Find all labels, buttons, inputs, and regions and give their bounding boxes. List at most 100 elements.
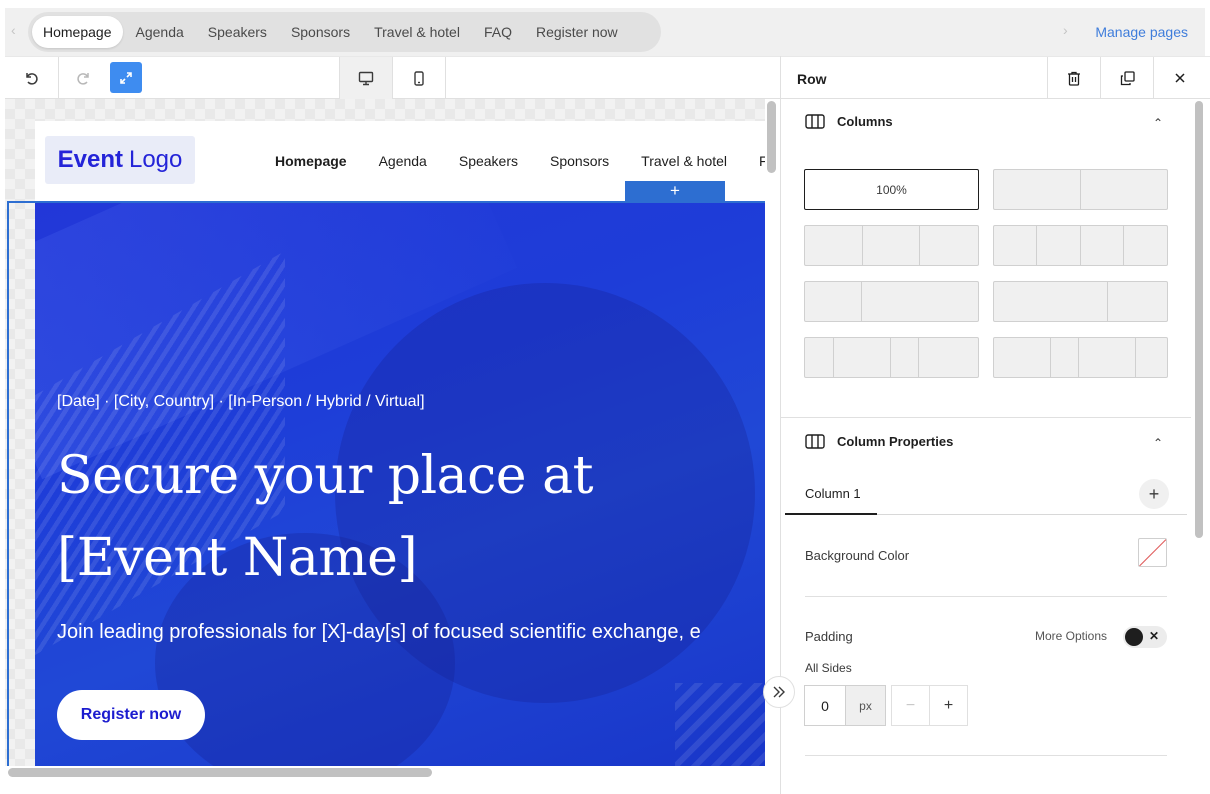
tab-column-1[interactable]: Column 1 xyxy=(805,486,861,501)
site-nav-faq[interactable]: F xyxy=(759,153,765,169)
page-tab-agenda[interactable]: Agenda xyxy=(125,16,195,48)
layout-cell xyxy=(805,338,835,377)
layout-option-thirds[interactable] xyxy=(804,225,979,266)
layout-cell xyxy=(1037,226,1081,265)
undo-button[interactable] xyxy=(5,57,57,99)
layout-cell xyxy=(834,338,892,377)
layout-option-quarters[interactable] xyxy=(993,225,1168,266)
undo-icon xyxy=(26,73,38,85)
canvas-vertical-scrollbar[interactable] xyxy=(767,101,776,173)
toggle-knob xyxy=(1125,628,1143,646)
redo-button[interactable] xyxy=(59,57,109,99)
layout-option-33-67[interactable] xyxy=(804,281,979,322)
layout-cell xyxy=(862,282,978,321)
background-color-swatch[interactable] xyxy=(1138,538,1167,567)
column-properties-title: Column Properties xyxy=(837,434,954,449)
close-panel-button[interactable] xyxy=(1153,57,1206,99)
mobile-icon xyxy=(414,70,424,86)
layout-option-50-50[interactable] xyxy=(993,169,1168,210)
layout-cell xyxy=(994,282,1109,321)
padding-decrement-button[interactable]: − xyxy=(891,685,930,726)
layout-cell xyxy=(805,282,863,321)
column-properties-section-header[interactable]: Column Properties xyxy=(805,434,953,449)
hero-title-line-2: [Event Name] xyxy=(57,528,418,588)
layout-cell xyxy=(994,338,1052,377)
expand-button[interactable] xyxy=(110,62,142,93)
hero-subtitle[interactable]: Join leading professionals for [X]-day[s… xyxy=(57,621,701,644)
layout-cell xyxy=(1136,338,1167,377)
hero-title[interactable]: Secure your place at [Event Name] xyxy=(57,435,657,599)
close-icon: ✕ xyxy=(1149,629,1160,643)
site-nav-sponsors[interactable]: Sponsors xyxy=(550,153,609,169)
editor-canvas[interactable]: Event Logo Homepage Agenda Speakers Spon… xyxy=(5,99,765,766)
row-settings-panel: Row Columns ⌃ 100% Column Properties ⌃ C… xyxy=(780,56,1210,794)
layout-option-100[interactable]: 100% xyxy=(804,169,979,210)
canvas-horizontal-scrollbar[interactable] xyxy=(8,768,432,777)
panel-title: Row xyxy=(797,71,827,87)
expand-icon xyxy=(120,71,132,84)
add-column-button[interactable]: + xyxy=(1139,479,1169,509)
plus-icon: + xyxy=(1148,483,1160,504)
page-tab-register-now[interactable]: Register now xyxy=(525,16,629,48)
layout-option-33-17-33-17[interactable] xyxy=(993,337,1168,378)
columns-icon xyxy=(805,434,825,449)
site-logo[interactable]: Event Logo xyxy=(45,136,195,184)
columns-section-header[interactable]: Columns xyxy=(805,114,893,129)
chevron-up-icon[interactable]: ⌃ xyxy=(1153,436,1163,450)
collapse-panel-button[interactable] xyxy=(763,676,795,708)
page-tab-speakers[interactable]: Speakers xyxy=(197,16,278,48)
desktop-view-button[interactable] xyxy=(340,57,392,99)
site-nav-agenda[interactable]: Agenda xyxy=(379,153,427,169)
page-tab-sponsors[interactable]: Sponsors xyxy=(280,16,361,48)
site-nav-travel-hotel[interactable]: Travel & hotel xyxy=(641,153,727,169)
hero-section[interactable]: [Date] · [City, Country] · [In-Person / … xyxy=(35,203,765,766)
chevron-up-icon[interactable]: ⌃ xyxy=(1153,116,1163,130)
site-nav-speakers[interactable]: Speakers xyxy=(459,153,518,169)
padding-input[interactable]: 0 xyxy=(804,685,846,726)
desktop-icon xyxy=(358,71,374,85)
layout-cell xyxy=(919,338,978,377)
all-sides-label: All Sides xyxy=(805,661,852,675)
page-tab-travel-hotel[interactable]: Travel & hotel xyxy=(363,16,471,48)
page-tabs-bar: ‹ Homepage Agenda Speakers Sponsors Trav… xyxy=(0,0,1210,56)
manage-pages-link[interactable]: Manage pages xyxy=(1095,24,1188,40)
panel-header: Row xyxy=(781,56,1210,99)
layout-cell xyxy=(1081,226,1124,265)
trash-icon xyxy=(1068,71,1080,86)
layout-cell xyxy=(1124,226,1167,265)
chevron-left-icon[interactable]: ‹ xyxy=(11,22,16,38)
section-divider xyxy=(781,417,1191,418)
page-tab-faq[interactable]: FAQ xyxy=(473,16,523,48)
padding-unit[interactable]: px xyxy=(845,685,886,726)
panel-scrollbar[interactable] xyxy=(1195,101,1203,538)
layout-cell xyxy=(1081,170,1168,209)
logo-text-bold: Event xyxy=(57,146,123,173)
site-nav-homepage[interactable]: Homepage xyxy=(275,153,347,169)
page-tabs: Homepage Agenda Speakers Sponsors Travel… xyxy=(28,12,661,52)
duplicate-row-button[interactable] xyxy=(1100,57,1153,99)
double-chevron-right-icon xyxy=(773,686,785,698)
more-options-label: More Options xyxy=(1035,629,1108,643)
padding-label: Padding xyxy=(805,629,853,644)
hero-meta-text[interactable]: [Date] · [City, Country] · [In-Person / … xyxy=(57,393,425,411)
layout-cell xyxy=(994,226,1038,265)
more-options-toggle[interactable]: ✕ xyxy=(1123,626,1167,648)
layout-option-17-33-17-33[interactable] xyxy=(804,337,979,378)
register-now-button[interactable]: Register now xyxy=(57,690,205,740)
layout-cell xyxy=(1108,282,1167,321)
layout-cell xyxy=(891,338,920,377)
chevron-right-icon[interactable]: › xyxy=(1063,22,1068,38)
delete-row-button[interactable] xyxy=(1047,57,1100,99)
layout-option-67-33[interactable] xyxy=(993,281,1168,322)
add-row-button[interactable]: + xyxy=(625,181,725,201)
field-divider xyxy=(805,755,1167,756)
layout-option-label: 100% xyxy=(876,182,907,197)
redo-icon xyxy=(77,73,89,85)
padding-increment-button[interactable]: + xyxy=(929,685,968,726)
page-tab-homepage[interactable]: Homepage xyxy=(32,16,123,48)
duplicate-icon xyxy=(1120,70,1135,85)
columns-section-title: Columns xyxy=(837,114,893,129)
layout-cell xyxy=(863,226,921,265)
mobile-view-button[interactable] xyxy=(393,57,445,99)
layout-cell xyxy=(1051,338,1079,377)
